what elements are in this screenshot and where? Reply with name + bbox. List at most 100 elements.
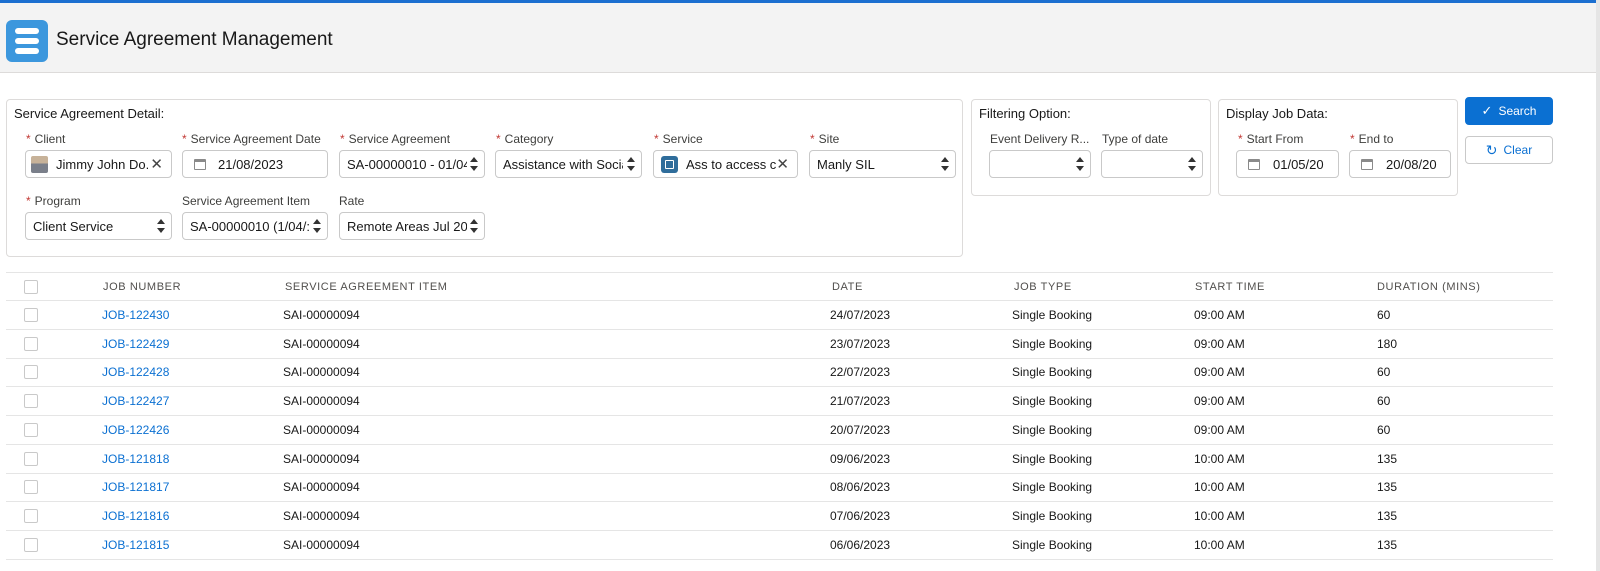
rate-label: Rate [339,194,365,208]
column-header[interactable]: DURATION (MINS) [1377,281,1481,293]
job-number-link[interactable]: JOB-122429 [102,337,169,351]
client-lookup[interactable]: Jimmy John Do... ✕ [25,150,172,178]
category-select[interactable]: Assistance with Social, [495,150,642,178]
table-row: JOB-122429 SAI-00000094 23/07/2023 Single B… [6,330,1553,359]
panel-title: Display Job Data: [1226,106,1328,121]
service-icon [661,156,678,173]
calendar-icon [1361,159,1373,170]
table-cell: Single Booking [1012,394,1093,409]
check-icon: ✓ [1481,103,1493,118]
end-to-input[interactable]: 20/08/20 [1349,150,1451,178]
app-menu-icon[interactable] [6,20,48,62]
table-cell: 135 [1377,537,1398,552]
start-from-label: * Start From [1238,132,1304,146]
job-number-link[interactable]: JOB-121816 [102,509,169,523]
column-header[interactable]: START TIME [1195,281,1265,293]
table-cell: 09/06/2023 [830,451,891,466]
clear-button[interactable]: ↻ Clear [1465,136,1553,164]
job-number-link[interactable]: JOB-122430 [102,308,169,322]
select-arrows-icon [470,156,478,172]
table-cell: 09:00 AM [1194,336,1245,351]
scrollbar[interactable] [1596,0,1600,571]
table-cell: 06/06/2023 [830,537,891,552]
table-row: JOB-122428 SAI-00000094 22/07/2023 Single B… [6,358,1553,388]
display-job-data-panel: Display Job Data: * Start From 01/05/20 *… [1218,99,1458,196]
sa-item-select[interactable]: SA-00000010 (1/04/: [182,212,328,240]
event-delivery-select[interactable] [989,150,1091,178]
service-label: * Service [654,132,703,146]
row-checkbox[interactable] [24,508,38,523]
column-header[interactable]: DATE [832,281,863,293]
column-header[interactable]: SERVICE AGREEMENT ITEM [285,281,448,293]
program-label: * Program [26,194,81,208]
sa-item-label: Service Agreement Item [182,194,311,208]
calendar-icon [1248,159,1260,170]
row-checkbox[interactable] [24,365,38,380]
page-header: Service Agreement Management [0,3,1600,73]
table-cell: Single Booking [1012,480,1093,495]
close-icon[interactable]: ✕ [150,155,163,173]
event-delivery-label: Event Delivery R... [990,132,1090,146]
rate-select[interactable]: Remote Areas Jul 202: [339,212,485,240]
table-cell: SAI-00000094 [283,422,360,437]
job-number-link[interactable]: JOB-122427 [102,394,169,408]
table-row: JOB-122426 SAI-00000094 20/07/2023 Single B… [6,416,1553,445]
job-number-link[interactable]: JOB-122428 [102,365,169,379]
site-label: * Site [810,132,840,146]
job-number-link[interactable]: JOB-121815 [102,538,169,552]
row-checkbox[interactable] [24,480,38,495]
service-agreement-detail-panel: Service Agreement Detail: * Client Jimmy … [6,99,963,257]
table-row: JOB-122427 SAI-00000094 21/07/2023 Single B… [6,387,1553,417]
table-cell: 135 [1377,451,1398,466]
close-icon[interactable]: ✕ [776,155,789,173]
row-checkbox[interactable] [24,308,38,322]
row-checkbox[interactable] [24,394,38,409]
row-checkbox[interactable] [24,422,38,437]
table-cell: 22/07/2023 [830,365,891,380]
table-cell: Single Booking [1012,508,1093,523]
site-select[interactable]: Manly SIL [809,150,956,178]
table-cell: 07/06/2023 [830,508,891,523]
page-title: Service Agreement Management [56,29,333,50]
row-checkbox[interactable] [24,336,38,351]
table-cell: 60 [1377,365,1391,380]
job-number-link[interactable]: JOB-122426 [102,423,169,437]
search-button[interactable]: ✓ Search [1465,97,1553,125]
table-cell: 135 [1377,508,1398,523]
select-arrows-icon [157,218,165,234]
table-cell: Single Booking [1012,308,1093,322]
select-all-checkbox[interactable] [24,280,38,294]
table-row: JOB-122430 SAI-00000094 24/07/2023 Single B… [6,301,1553,330]
table-cell: SAI-00000094 [283,480,360,495]
table-cell: 23/07/2023 [830,336,891,351]
panel-title: Filtering Option: [979,106,1071,121]
table-header: JOB NUMBER SERVICE AGREEMENT ITEM DATE J… [6,272,1553,301]
job-number-link[interactable]: JOB-121818 [102,452,169,466]
table-cell: 09:00 AM [1194,394,1245,409]
table-cell: 10:00 AM [1194,508,1245,523]
select-arrows-icon [627,156,635,172]
sa-date-input[interactable]: 21/08/2023 [182,150,328,178]
column-header[interactable]: JOB TYPE [1014,281,1072,293]
row-checkbox[interactable] [24,537,38,552]
row-checkbox[interactable] [24,451,38,466]
service-agreement-label: * Service Agreement [340,132,451,146]
job-number-link[interactable]: JOB-121817 [102,480,169,494]
select-arrows-icon [313,218,321,234]
table-cell: 09:00 AM [1194,365,1245,380]
program-select[interactable]: Client Service [25,212,172,240]
table-cell: SAI-00000094 [283,537,360,552]
table-cell: 09:00 AM [1194,422,1245,437]
table-cell: SAI-00000094 [283,451,360,466]
service-agreement-select[interactable]: SA-00000010 - 01/04 [339,150,485,178]
start-from-input[interactable]: 01/05/20 [1236,150,1339,178]
select-arrows-icon [941,156,949,172]
service-lookup[interactable]: Ass to access c... ✕ [653,150,798,178]
table-cell: SAI-00000094 [283,394,360,409]
table-cell: SAI-00000094 [283,336,360,351]
table-row: JOB-121816 SAI-00000094 07/06/2023 Single B… [6,502,1553,531]
type-of-date-select[interactable] [1101,150,1203,178]
table-cell: 24/07/2023 [830,308,891,322]
column-header[interactable]: JOB NUMBER [103,281,181,293]
sa-date-label: * Service Agreement Date [182,132,321,146]
